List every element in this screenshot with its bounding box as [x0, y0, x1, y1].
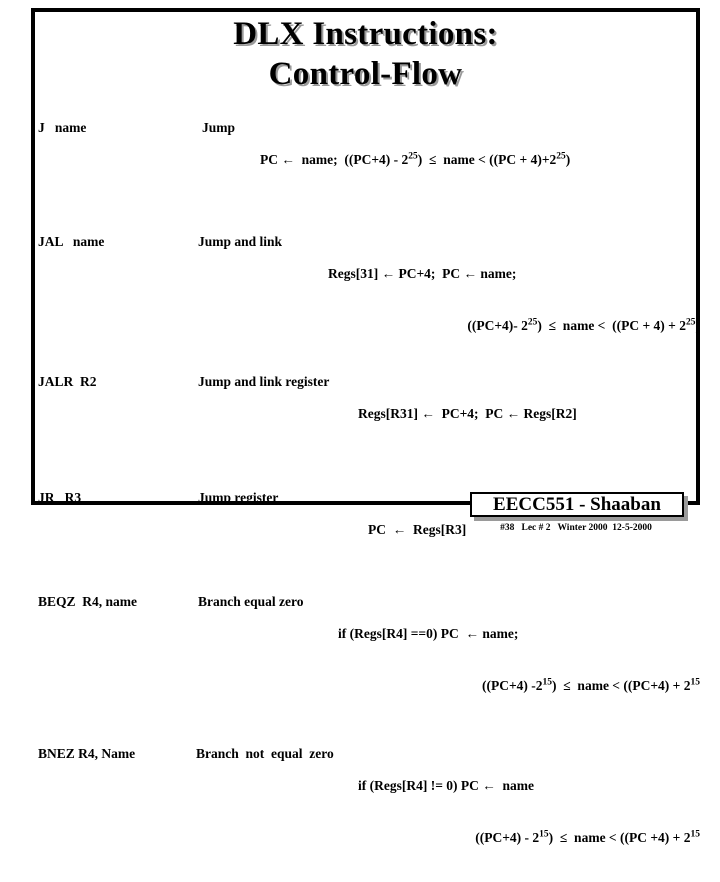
table-row: J name Jump PC ← name; ((PC+4) - 225) ≤ …	[38, 120, 698, 176]
exponent: 15	[539, 829, 549, 840]
operation-fragment: ) ≤ name < ((PC + 4) + 2	[537, 318, 686, 333]
instruction-meaning: Jump register	[198, 490, 279, 505]
instruction-mnemonic: JAL name	[38, 234, 105, 249]
operation-line: if (Regs[R4] ==0) PC ← name;	[338, 626, 519, 641]
operation-fragment: ((PC+4) - 2	[475, 830, 540, 845]
instruction-mnemonic: JR R3	[38, 490, 82, 505]
exponent: 25	[556, 151, 566, 162]
table-row: BNEZ R4, Name Branch not equal zero if (…	[38, 746, 700, 845]
page-title: DLX Instructions: Control-Flow	[31, 14, 700, 94]
instruction-meaning: Branch equal zero	[198, 594, 304, 609]
exponent: 25	[686, 317, 696, 328]
instruction-operation: Regs[R31] ← PC+4; PC ← Regs[R2]	[358, 374, 700, 458]
instruction-operation: PC ← name; ((PC+4) - 225) ≤ name < ((PC …	[260, 120, 700, 204]
footer-meta-label: #38 Lec # 2 Winter 2000 12-5-2000	[500, 523, 652, 533]
table-row: JAL name Jump and link Regs[31] ← PC+4; …	[38, 234, 700, 333]
instruction-mnemonic: BNEZ R4, Name	[38, 746, 136, 761]
instruction-operation: if (Regs[R4] != 0) PC ← name ((PC+4) - 2…	[358, 746, 700, 882]
page-title-line-1: DLX Instructions:	[233, 16, 498, 52]
table-row: BEQZ R4, name Branch equal zero if (Regs…	[38, 594, 700, 693]
operation-fragment: ) ≤ name < ((PC +4) + 2	[548, 830, 691, 845]
table-row: JALR R2 Jump and link register Regs[R31]…	[38, 374, 698, 432]
operation-fragment: )	[695, 318, 701, 333]
operation-line: ((PC+4) -215) ≤ name < ((PC+4) + 215	[338, 678, 700, 694]
exponent: 25	[527, 317, 538, 328]
page-title-line-2: Control-Flow	[268, 56, 463, 92]
operation-line: ((PC+4) - 215) ≤ name < ((PC +4) + 215	[358, 830, 700, 846]
instruction-meaning: Branch not equal zero	[196, 746, 334, 761]
operation-fragment: )	[565, 152, 571, 167]
exponent: 15	[542, 677, 553, 688]
operation-fragment: name; ((PC+4) - 2	[294, 152, 409, 167]
instruction-meaning: Jump	[202, 120, 236, 135]
instruction-mnemonic: J name	[38, 120, 87, 135]
instruction-table: J name Jump PC ← name; ((PC+4) - 225) ≤ …	[38, 120, 700, 845]
exponent: 15	[690, 677, 701, 688]
instruction-mnemonic: BEQZ R4, name	[38, 594, 138, 609]
left-arrow-icon: ←	[281, 152, 295, 167]
instruction-mnemonic: JALR R2	[38, 374, 97, 389]
operation-line: if (Regs[R4] != 0) PC ← name	[358, 778, 535, 793]
exponent: 25	[408, 151, 418, 162]
operation-fragment: ) ≤ name < ((PC+4) + 2	[552, 678, 691, 693]
operation-fragment: ) ≤ name < ((PC + 4)+2	[417, 152, 557, 167]
footer-course-label: EECC551 - Shaaban	[493, 494, 661, 515]
operation-line: Regs[R31] ← PC+4; PC ← Regs[R2]	[358, 406, 577, 421]
operation-line: Regs[31] ← PC+4; PC ← name;	[328, 266, 517, 281]
instruction-operation: if (Regs[R4] ==0) PC ← name; ((PC+4) -21…	[338, 594, 700, 730]
operation-fragment: ((PC+4)- 2	[467, 318, 528, 333]
instruction-meaning: Jump and link register	[198, 374, 330, 389]
operation-line: PC ← name; ((PC+4) - 225) ≤ name < ((PC …	[260, 152, 700, 168]
instruction-operation: Regs[31] ← PC+4; PC ← name; ((PC+4)- 225…	[328, 234, 700, 370]
footer-course-plate: EECC551 - Shaaban	[470, 492, 684, 517]
operation-fragment: PC	[260, 152, 282, 167]
operation-line: ((PC+4)- 225) ≤ name < ((PC + 4) + 225)	[328, 318, 700, 334]
operation-fragment: ((PC+4) -2	[481, 678, 543, 693]
instruction-meaning: Jump and link	[198, 234, 283, 249]
exponent: 15	[690, 829, 701, 840]
